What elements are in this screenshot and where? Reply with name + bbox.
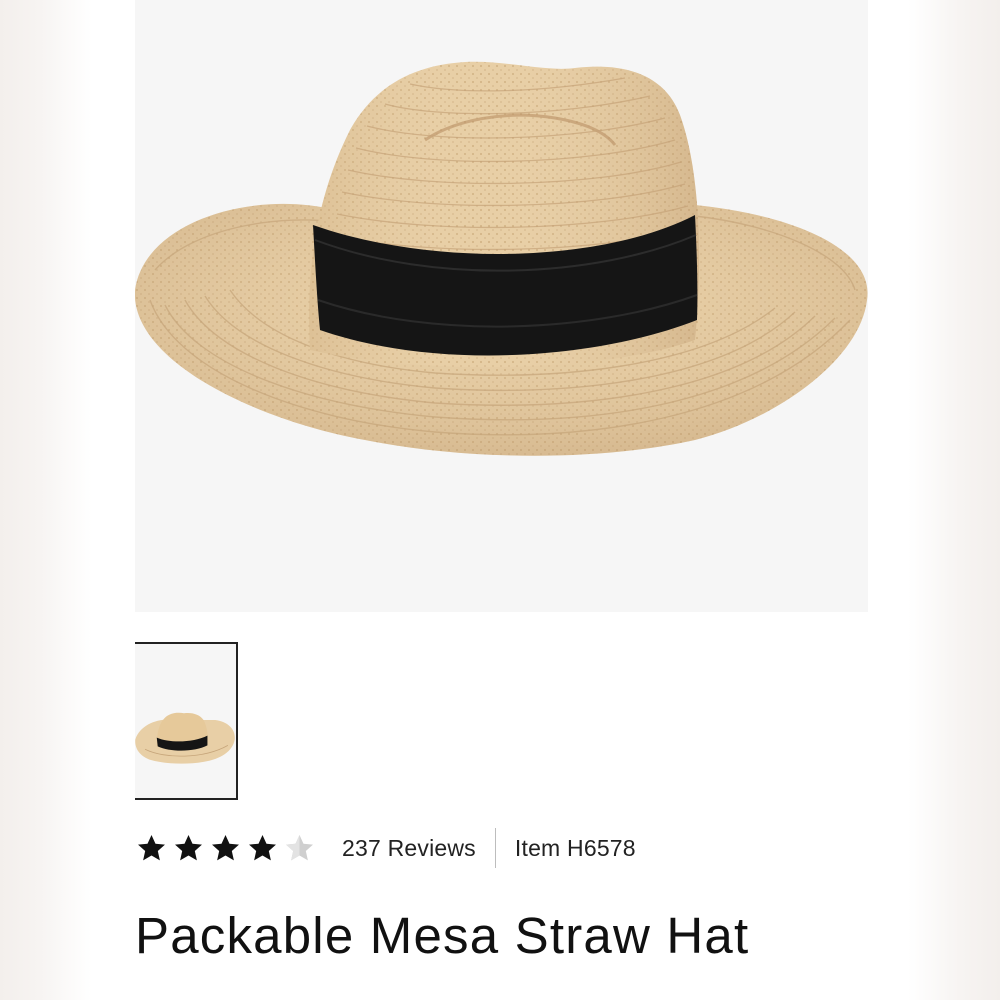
main-product-image[interactable] [135,0,868,612]
meta-divider [494,828,496,868]
star-filled-icon [175,834,202,860]
star-half-icon [286,834,313,860]
thumbnail-selected[interactable] [135,642,238,800]
star-filled-icon [249,834,276,860]
straw-hat-image [135,61,868,456]
page: 237 Reviews Item H6578 Packable Mesa Str… [0,0,1000,1000]
item-number: Item H6578 [514,834,636,861]
star-filled-icon [138,834,165,860]
straw-hat-thumbnail [135,712,235,764]
star-filled-icon [212,834,239,860]
product-title: Packable Mesa Straw Hat [135,907,750,964]
rating-stars[interactable] [135,832,316,865]
reviews-link[interactable]: 237 Reviews [342,835,476,862]
product-meta-row: 237 Reviews Item H6578 [135,826,636,870]
